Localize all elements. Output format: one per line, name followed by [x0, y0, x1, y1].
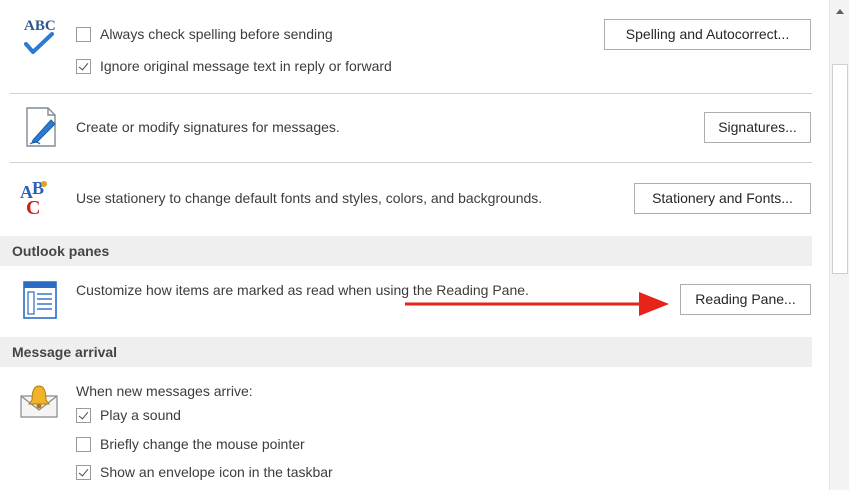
always-check-spelling-label: Always check spelling before sending [100, 26, 333, 42]
stationery-fonts-icon: A B C [18, 176, 60, 219]
separator [10, 93, 812, 94]
scroll-thumb[interactable] [832, 64, 848, 274]
svg-text:C: C [26, 197, 40, 218]
ignore-original-text-label: Ignore original message text in reply or… [100, 58, 392, 74]
change-pointer-checkbox-row[interactable]: Briefly change the mouse pointer [76, 434, 305, 454]
ignore-original-text-checkbox[interactable] [76, 58, 91, 74]
svg-text:B: B [32, 178, 44, 198]
separator [10, 162, 812, 163]
annotation-arrow [405, 292, 669, 316]
change-pointer-checkbox[interactable] [76, 436, 91, 452]
message-arrival-header: Message arrival [0, 337, 812, 367]
reading-pane-button[interactable]: Reading Pane... [680, 284, 811, 315]
envelope-icon-checkbox[interactable] [76, 464, 91, 480]
play-sound-checkbox-row[interactable]: Play a sound [76, 405, 181, 425]
envelope-icon-label: Show an envelope icon in the taskbar [100, 464, 333, 480]
new-mail-bell-icon [18, 380, 60, 420]
envelope-icon-checkbox-row[interactable]: Show an envelope icon in the taskbar [76, 462, 333, 482]
play-sound-checkbox[interactable] [76, 407, 91, 423]
outlook-panes-header: Outlook panes [0, 236, 812, 266]
play-sound-label: Play a sound [100, 407, 181, 423]
always-check-spelling-checkbox[interactable] [76, 26, 91, 42]
signatures-description: Create or modify signatures for messages… [76, 119, 340, 135]
signatures-button[interactable]: Signatures... [704, 112, 811, 143]
ignore-original-text-checkbox-row[interactable]: Ignore original message text in reply or… [76, 56, 392, 76]
change-pointer-label: Briefly change the mouse pointer [100, 436, 305, 452]
message-arrival-intro: When new messages arrive: [76, 383, 253, 399]
scroll-up-arrow-icon[interactable] [830, 0, 849, 22]
signature-pen-icon [24, 106, 62, 148]
spelling-abc-icon: ABC [22, 14, 58, 60]
reading-pane-icon [22, 280, 58, 320]
spelling-and-autocorrect-button[interactable]: Spelling and Autocorrect... [604, 19, 811, 50]
stationery-and-fonts-button[interactable]: Stationery and Fonts... [634, 183, 811, 214]
always-check-spelling-checkbox-row[interactable]: Always check spelling before sending [76, 24, 333, 44]
svg-text:ABC: ABC [24, 18, 56, 34]
mail-options-panel: ABC Always check spelling before sending… [0, 0, 826, 490]
vertical-scrollbar[interactable] [829, 0, 849, 490]
stationery-description: Use stationery to change default fonts a… [76, 190, 543, 206]
